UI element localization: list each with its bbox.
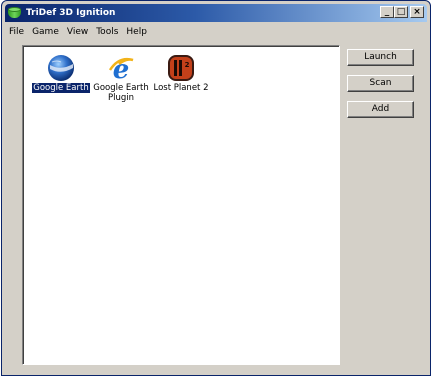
game-item-google-earth[interactable]: Google Earth (27, 54, 95, 94)
close-button[interactable]: × (410, 6, 424, 18)
menu-game[interactable]: Game (28, 27, 63, 37)
game-item-lost-planet-2[interactable]: 2 Lost Planet 2 (147, 54, 215, 93)
menu-bar: File Game View Tools Help (5, 23, 427, 40)
app-window: TriDef 3D Ignition _ □ × File Game View … (1, 0, 431, 376)
tridef-app-icon (8, 7, 21, 19)
title-bar[interactable]: TriDef 3D Ignition _ □ × (5, 4, 427, 22)
menu-file[interactable]: File (5, 27, 28, 37)
menu-tools[interactable]: Tools (92, 27, 122, 37)
internet-explorer-icon: e (107, 54, 135, 85)
maximize-button[interactable]: □ (394, 6, 408, 18)
game-label: Google Earth Plugin (93, 83, 149, 103)
game-list[interactable]: Google Earth e Google Earth Plugin 2 Los… (22, 45, 340, 365)
google-earth-icon (47, 54, 75, 82)
minimize-button[interactable]: _ (380, 6, 394, 18)
menu-help[interactable]: Help (122, 27, 151, 37)
svg-text:2: 2 (185, 61, 190, 69)
scan-button[interactable]: Scan (347, 75, 414, 92)
launch-button[interactable]: Launch (347, 49, 414, 66)
game-item-google-earth-plugin[interactable]: e Google Earth Plugin (87, 54, 155, 103)
add-button[interactable]: Add (347, 101, 414, 118)
game-label: Lost Planet 2 (153, 83, 209, 93)
game-label: Google Earth (31, 82, 91, 94)
window-title: TriDef 3D Ignition (26, 8, 116, 18)
menu-view[interactable]: View (63, 27, 92, 37)
lost-planet-2-icon: 2 (167, 54, 195, 82)
